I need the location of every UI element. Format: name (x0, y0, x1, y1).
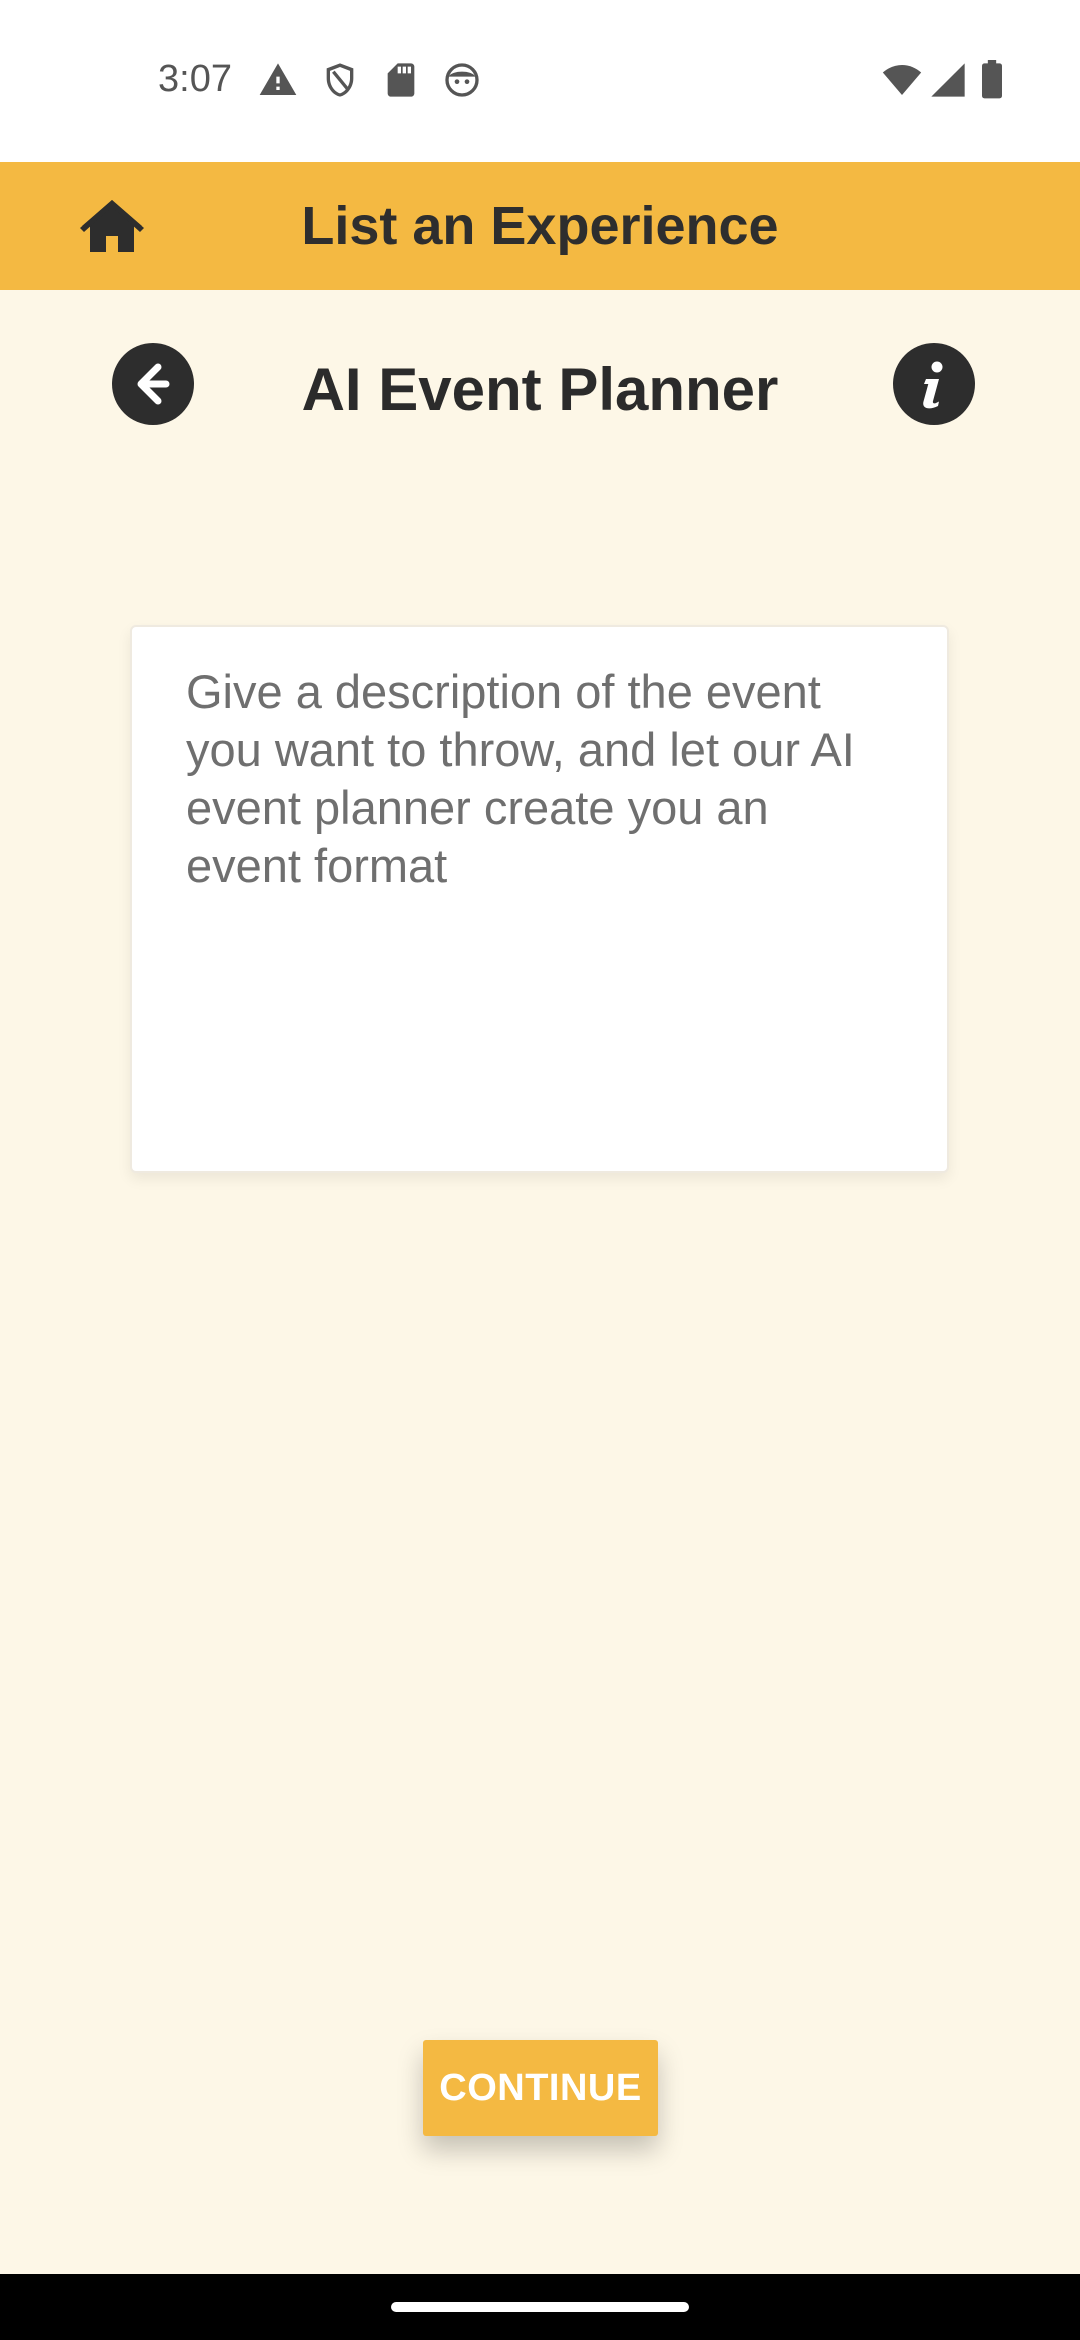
home-icon[interactable] (80, 198, 144, 254)
battery-icon (982, 60, 1002, 99)
info-icon (923, 361, 943, 409)
system-navigation-bar (0, 2274, 1080, 2340)
gesture-home-handle[interactable] (391, 2302, 689, 2312)
warning-icon (259, 63, 297, 95)
app-title: List an Experience (301, 196, 779, 256)
status-time: 3:07 (158, 58, 232, 100)
event-description-input[interactable] (132, 627, 947, 1171)
shield-icon (326, 63, 354, 97)
cell-signal-icon (931, 63, 965, 97)
face-icon (445, 63, 479, 97)
sd-card-icon (387, 63, 415, 97)
header-row: AI Event Planner (0, 290, 1080, 490)
info-button[interactable] (893, 343, 975, 425)
app-bar: List an Experience (0, 162, 1080, 290)
description-card (130, 625, 949, 1173)
continue-button[interactable]: CONTINUE (423, 2040, 658, 2136)
status-bar: 3:07 (0, 0, 1080, 162)
wifi-icon (882, 65, 922, 95)
